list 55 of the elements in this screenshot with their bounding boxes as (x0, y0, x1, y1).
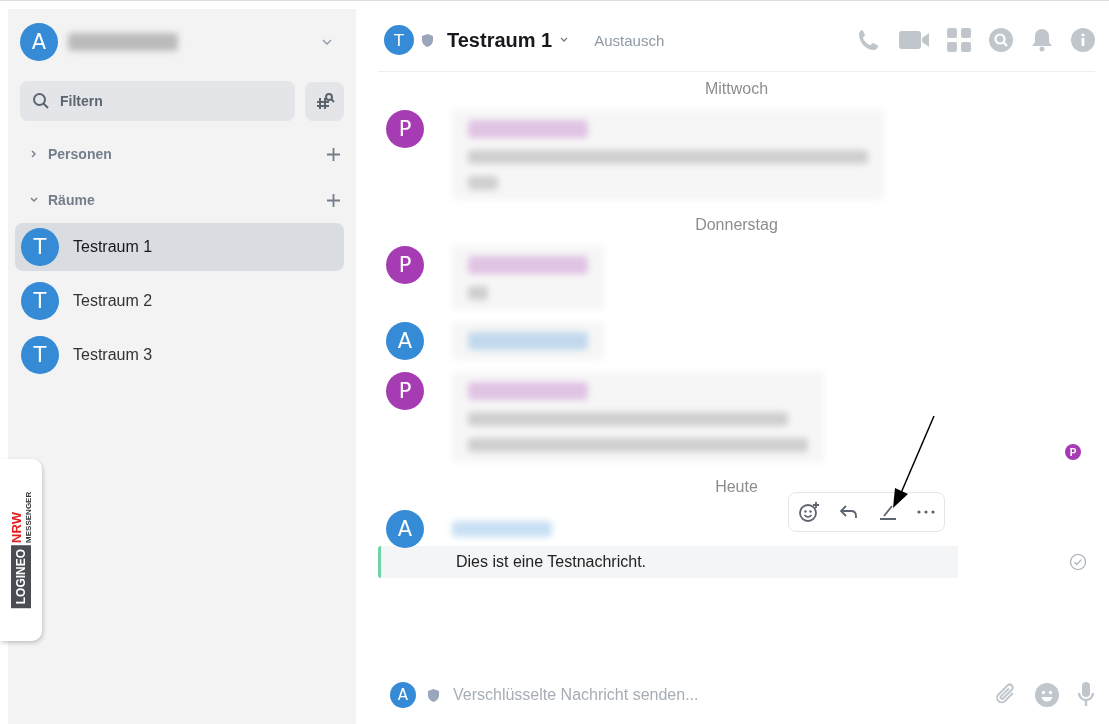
room-avatar[interactable]: T (384, 25, 414, 55)
edit-pencil-icon[interactable] (877, 503, 898, 521)
add-reaction-icon[interactable] (798, 501, 821, 523)
date-separator: Heute (715, 478, 758, 496)
sender-avatar[interactable]: P (386, 372, 424, 410)
room-name: Testraum 3 (73, 346, 153, 364)
shield-icon (422, 33, 433, 47)
logo-subtitle: MESSENGER (24, 491, 33, 543)
section-label: Personen (48, 146, 112, 162)
account-avatar[interactable]: A (20, 23, 58, 61)
sender-avatar[interactable]: P (386, 246, 424, 284)
reply-icon[interactable] (839, 503, 860, 521)
message-input[interactable]: Verschlüsselte Nachricht senden... (451, 685, 977, 705)
search-icon (32, 92, 50, 110)
chevron-down-icon[interactable] (560, 37, 569, 43)
more-options-icon[interactable] (916, 510, 935, 514)
room-item[interactable]: T Testraum 3 (15, 331, 344, 379)
room-item[interactable]: T Testraum 2 (15, 277, 344, 325)
date-separator: Mittwoch (704, 80, 769, 98)
logo-text: NRW (9, 511, 24, 543)
read-receipt-avatar[interactable]: P (1065, 444, 1081, 460)
room-title[interactable]: Testraum 1 (447, 28, 553, 52)
video-camera-icon[interactable] (899, 30, 929, 50)
phone-icon[interactable] (857, 28, 881, 52)
room-item[interactable]: T Testraum 1 (15, 223, 344, 271)
apps-grid-icon[interactable] (947, 28, 971, 52)
sender-avatar[interactable]: A (386, 510, 424, 548)
sender-avatar[interactable]: P (386, 110, 424, 148)
room-name: Testraum 1 (73, 238, 153, 256)
sender-avatar[interactable]: A (386, 322, 424, 360)
room-name: Testraum 2 (73, 292, 153, 310)
filter-field[interactable]: Filtern (20, 81, 295, 121)
add-icon[interactable] (327, 193, 340, 207)
shield-icon (428, 688, 439, 702)
room-topic: Austausch (594, 31, 665, 49)
emoji-icon[interactable] (1035, 683, 1059, 707)
user-avatar: A (390, 682, 416, 708)
hash-search-icon (314, 92, 335, 110)
room-avatar: T (21, 228, 59, 266)
chevron-down-icon[interactable] (322, 39, 332, 45)
sent-check-icon (1069, 553, 1087, 571)
microphone-icon[interactable] (1077, 682, 1095, 708)
section-label: Räume (48, 192, 95, 208)
explore-rooms-button[interactable] (305, 81, 344, 121)
section-header[interactable]: Personen (20, 141, 344, 167)
room-avatar: T (21, 282, 59, 320)
search-icon[interactable] (989, 28, 1013, 52)
add-icon[interactable] (327, 147, 340, 161)
message-text: Dies ist eine Testnachricht. (456, 553, 646, 571)
room-avatar: T (21, 336, 59, 374)
date-separator: Donnerstag (695, 216, 778, 234)
logo-text: LOGINEO (11, 544, 31, 609)
info-icon[interactable] (1071, 28, 1095, 52)
section-header[interactable]: Räume (20, 187, 344, 213)
bell-icon[interactable] (1031, 28, 1053, 52)
